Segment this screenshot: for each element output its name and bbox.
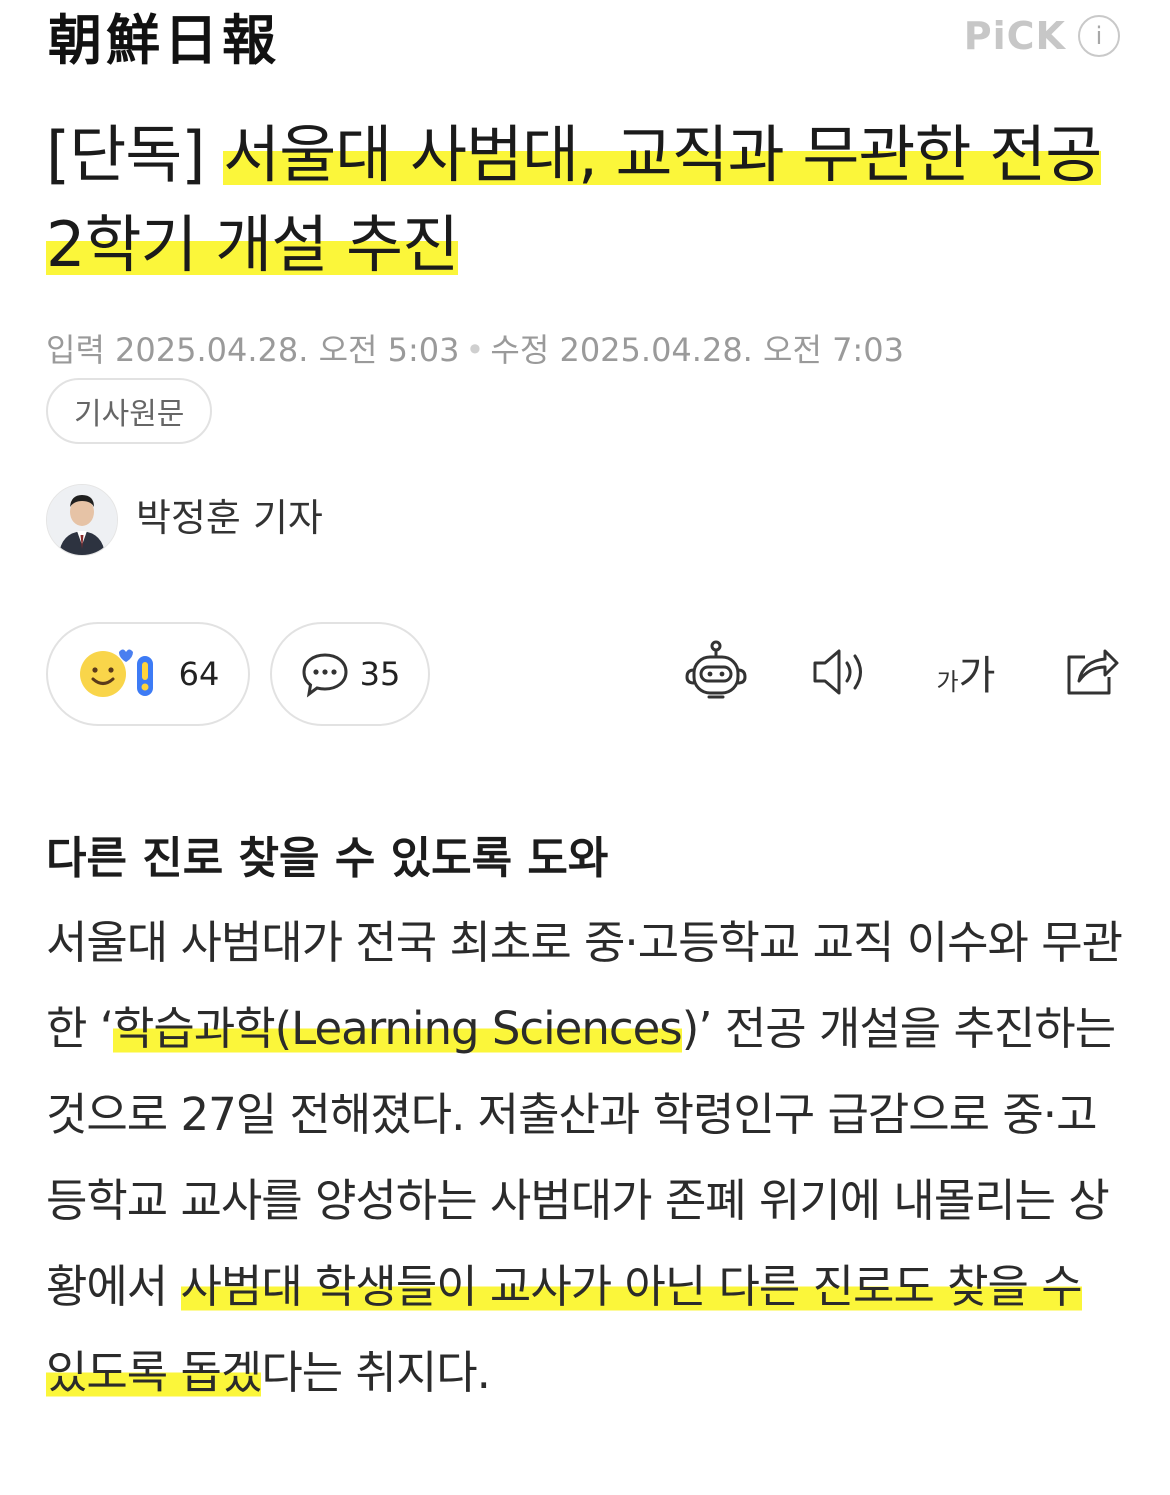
separator-dot: •: [465, 331, 485, 369]
ai-summary-button[interactable]: [680, 636, 752, 708]
reporter-photo-icon: [47, 485, 117, 555]
newspaper-logo[interactable]: 朝鮮日報: [48, 8, 280, 72]
reaction-count: 64: [178, 655, 220, 693]
article-body-paragraph: 서울대 사범대가 전국 최초로 중·고등학교 교직 이수와 무관한 ‘학습과학(…: [46, 900, 1126, 1416]
text-to-speech-button[interactable]: [804, 636, 876, 708]
comment-count: 35: [359, 655, 401, 693]
font-size-small-label: 가: [936, 667, 959, 696]
body-highlight-1: 학습과학(Learning Sciences: [113, 1002, 683, 1055]
robot-icon: [685, 640, 747, 699]
article-subheading: 다른 진로 찾을 수 있도록 도와: [46, 833, 609, 884]
modified-time: 수정 2025.04.28. 오전 7:03: [490, 331, 904, 369]
title-prefix: [단독]: [46, 118, 224, 191]
body-text-3: 다는 취지다.: [261, 1346, 491, 1399]
reporter-avatar[interactable]: [46, 484, 118, 556]
font-size-large-label: 가: [958, 653, 996, 699]
font-size-button[interactable]: 가 가: [926, 636, 1006, 708]
reporter-name[interactable]: 박정훈 기자: [136, 494, 323, 542]
comment-button[interactable]: 35: [270, 622, 430, 726]
published-time: 입력 2025.04.28. 오전 5:03: [46, 331, 460, 369]
comment-bubble-icon: [302, 653, 348, 698]
article-title: [단독] 서울대 사범대, 교직과 무관한 전공 2학기 개설 추진: [46, 110, 1126, 290]
original-article-button[interactable]: 기사원문: [46, 378, 213, 444]
article-timestamps: 입력 2025.04.28. 오전 5:03 • 수정 2025.04.28. 오전…: [46, 328, 904, 372]
reaction-button[interactable]: 64: [46, 622, 250, 726]
share-icon: [1067, 649, 1119, 695]
reaction-emoji-icon: [79, 649, 153, 697]
pick-label: PiCK: [963, 14, 1066, 58]
pick-badge[interactable]: PiCK i: [964, 14, 1120, 58]
share-button[interactable]: [1054, 636, 1126, 708]
info-icon[interactable]: i: [1078, 15, 1120, 57]
body-highlight-2: 사범대 학생들이 교사가 아닌 다른 진로도 찾을 수 있도록 돕겠: [46, 1260, 1083, 1399]
speaker-icon: [813, 649, 862, 695]
